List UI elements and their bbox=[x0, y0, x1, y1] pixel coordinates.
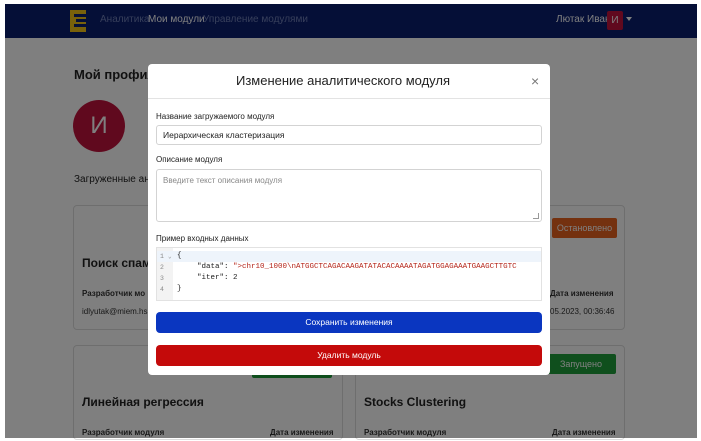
edit-module-modal: Изменение аналитического модуля × Назван… bbox=[148, 64, 550, 375]
modal-title: Изменение аналитического модуля bbox=[235, 73, 451, 88]
code-line: 3 "iter": 2 bbox=[157, 273, 541, 284]
modal-header: Изменение аналитического модуля × bbox=[148, 64, 550, 99]
module-name-input[interactable] bbox=[156, 125, 542, 145]
module-description-label: Описание модуля bbox=[156, 155, 223, 164]
close-icon[interactable]: × bbox=[531, 73, 539, 89]
code-text: "data": ">chr10_1000\nATGGCTCAGACAAGATAT… bbox=[197, 263, 517, 271]
fold-arrow-icon[interactable]: ⌄ bbox=[168, 251, 172, 262]
line-number: 4 bbox=[160, 286, 164, 293]
description-placeholder: Введите текст описания модуля bbox=[163, 176, 283, 185]
module-description-textarea[interactable]: Введите текст описания модуля bbox=[156, 169, 542, 222]
code-text: { bbox=[177, 252, 182, 260]
delete-module-button[interactable]: Удалить модуль bbox=[156, 345, 542, 366]
resize-handle-icon[interactable] bbox=[533, 213, 539, 219]
line-number: 2 bbox=[160, 264, 164, 271]
example-input-code-editor[interactable]: 1 ⌄ { 2 "data": ">chr10_1000\nATGGCTCAGA… bbox=[156, 247, 542, 301]
code-line: 2 "data": ">chr10_1000\nATGGCTCAGACAAGAT… bbox=[157, 262, 541, 273]
save-changes-button[interactable]: Сохранить изменения bbox=[156, 312, 542, 333]
line-number: 3 bbox=[160, 275, 164, 282]
code-text: } bbox=[177, 285, 182, 293]
module-name-label: Название загружаемого модуля bbox=[156, 112, 275, 121]
code-text: "iter": 2 bbox=[197, 274, 238, 282]
code-line: 1 ⌄ { bbox=[157, 251, 541, 262]
code-line: 4 } bbox=[157, 284, 541, 295]
example-input-label: Пример входных данных bbox=[156, 234, 249, 243]
